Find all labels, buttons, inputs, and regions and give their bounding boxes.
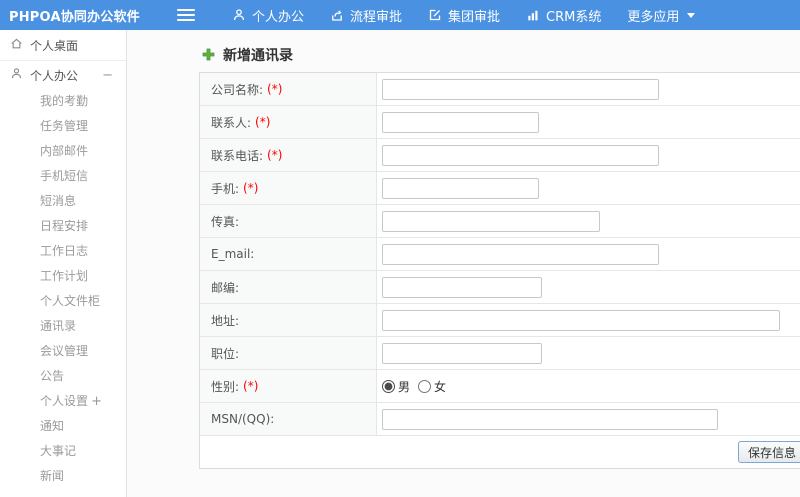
- sidebar: 个人桌面 个人办公 − 我的考勤 任务管理 内部邮件 手机短信 短消息 日程安排…: [0, 30, 127, 497]
- sidebar-item-work-log[interactable]: 工作日志: [40, 239, 126, 264]
- required-mark: (*): [255, 115, 271, 129]
- required-mark: (*): [267, 82, 283, 96]
- topbar: PHPOA协同办公软件 个人办公 流程审批 集团审批 CRM系统 更多应用: [0, 0, 800, 30]
- gender-option-male[interactable]: 男: [382, 378, 410, 395]
- gender-option-female[interactable]: 女: [418, 378, 446, 395]
- nav-item-process-approval[interactable]: 流程审批: [317, 0, 415, 30]
- field-label: 手机:: [211, 181, 240, 196]
- form-row-email: E_mail:: [200, 238, 800, 271]
- sidebar-item-settings[interactable]: 个人设置 +: [40, 389, 126, 414]
- field-label: 联系电话:: [211, 148, 264, 163]
- field-label: 职位:: [211, 346, 240, 361]
- sidebar-item-meetings[interactable]: 会议管理: [40, 339, 126, 364]
- gender-radio-female[interactable]: [418, 379, 432, 393]
- form-row-phone: 联系电话: (*): [200, 139, 800, 172]
- home-icon: [10, 37, 23, 53]
- sidebar-item-internal-mail[interactable]: 内部邮件: [40, 139, 126, 164]
- form-row-mobile: 手机: (*): [200, 172, 800, 205]
- field-label: 邮编:: [211, 280, 240, 295]
- user-icon: [232, 8, 246, 22]
- hamburger-icon[interactable]: [177, 6, 195, 24]
- plus-icon: [202, 46, 215, 65]
- nav-item-personal-office[interactable]: 个人办公: [219, 0, 317, 30]
- field-label: 地址:: [211, 313, 240, 328]
- sidebar-section-personal-office[interactable]: 个人办公 −: [0, 61, 126, 89]
- msn-qq-input[interactable]: [382, 408, 718, 430]
- save-button[interactable]: 保存信息: [737, 441, 800, 463]
- sidebar-item-notifications[interactable]: 通知: [40, 414, 126, 439]
- company-name-input[interactable]: [382, 78, 659, 100]
- bar-chart-icon: [526, 8, 540, 22]
- form-row-postcode: 邮编:: [200, 271, 800, 304]
- gender-radio-male[interactable]: [382, 379, 395, 393]
- nav-item-more-apps[interactable]: 更多应用: [614, 0, 708, 30]
- sidebar-item-sms[interactable]: 手机短信: [40, 164, 126, 189]
- contact-form: 公司名称: (*) 联系人: (*) 联系电话: (*) 手机: (*) 传真: E_m…: [199, 72, 800, 469]
- required-mark: (*): [267, 148, 283, 162]
- form-row-contact-person: 联系人: (*): [200, 106, 800, 139]
- address-input[interactable]: [382, 309, 780, 331]
- field-label: 性别:: [211, 379, 240, 394]
- content-area: 新增通讯录 公司名称: (*) 联系人: (*) 联系电话: (*) 手机: (*) 传…: [127, 30, 800, 497]
- field-label: 联系人:: [211, 115, 252, 130]
- page-title: 新增通讯录: [202, 45, 293, 65]
- sidebar-item-announcements[interactable]: 公告: [40, 364, 126, 389]
- mobile-input[interactable]: [382, 177, 539, 199]
- sidebar-item-contacts[interactable]: 通讯录: [40, 314, 126, 339]
- nav-item-group-approval[interactable]: 集团审批: [415, 0, 513, 30]
- form-row-company: 公司名称: (*): [200, 73, 800, 106]
- form-row-position: 职位:: [200, 337, 800, 370]
- form-row-address: 地址:: [200, 304, 800, 337]
- edit-square-icon: [428, 8, 442, 22]
- approval-flow-icon: [330, 8, 344, 22]
- contact-person-input[interactable]: [382, 111, 539, 133]
- expand-icon[interactable]: +: [91, 389, 102, 414]
- form-row-gender: 性别: (*) 男 女: [200, 370, 800, 403]
- sidebar-item-milestones[interactable]: 大事记: [40, 439, 126, 464]
- top-navigation: 个人办公 流程审批 集团审批 CRM系统 更多应用: [219, 0, 708, 30]
- app-logo: PHPOA协同办公软件: [9, 9, 140, 25]
- email-input[interactable]: [382, 243, 659, 265]
- sidebar-item-file-cabinet[interactable]: 个人文件柜: [40, 289, 126, 314]
- required-mark: (*): [243, 181, 259, 195]
- field-label: 传真:: [211, 214, 240, 229]
- form-row-fax: 传真:: [200, 205, 800, 238]
- field-label: E_mail:: [211, 247, 255, 261]
- sidebar-item-tasks[interactable]: 任务管理: [40, 114, 126, 139]
- sidebar-item-attendance[interactable]: 我的考勤: [40, 89, 126, 114]
- sidebar-item-short-message[interactable]: 短消息: [40, 189, 126, 214]
- sidebar-item-desktop[interactable]: 个人桌面: [0, 30, 126, 61]
- fax-input[interactable]: [382, 210, 600, 232]
- field-label: 公司名称:: [211, 82, 264, 97]
- contact-phone-input[interactable]: [382, 144, 659, 166]
- form-button-row: 保存信息: [200, 436, 800, 468]
- postcode-input[interactable]: [382, 276, 542, 298]
- sidebar-item-schedule[interactable]: 日程安排: [40, 214, 126, 239]
- required-mark: (*): [243, 379, 259, 393]
- user-icon: [10, 67, 23, 83]
- caret-down-icon: [687, 12, 696, 18]
- sidebar-item-work-plan[interactable]: 工作计划: [40, 264, 126, 289]
- sidebar-item-news[interactable]: 新闻: [40, 464, 126, 489]
- form-row-msn-qq: MSN/(QQ):: [200, 403, 800, 436]
- nav-item-crm[interactable]: CRM系统: [513, 0, 614, 30]
- sidebar-submenu: 我的考勤 任务管理 内部邮件 手机短信 短消息 日程安排 工作日志 工作计划 个…: [0, 89, 126, 489]
- collapse-icon[interactable]: −: [102, 68, 113, 83]
- field-label: MSN/(QQ):: [211, 412, 275, 426]
- position-input[interactable]: [382, 342, 542, 364]
